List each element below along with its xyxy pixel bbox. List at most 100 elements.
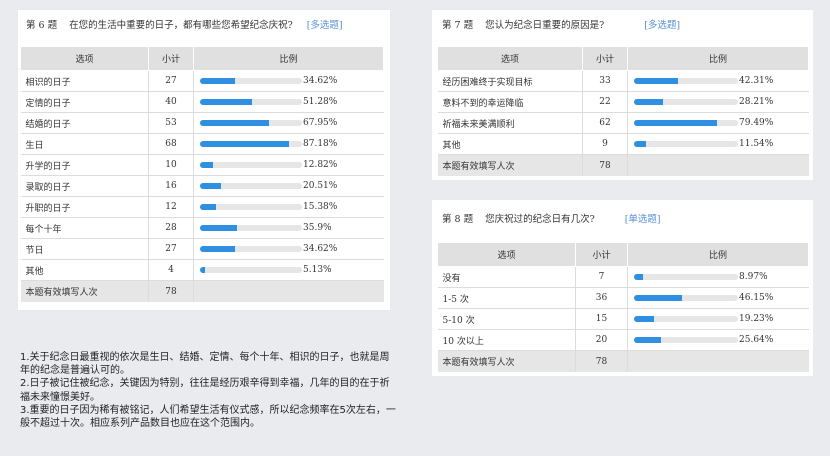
ratio-cell: 25.64% xyxy=(627,329,809,351)
ratio-bar-fill xyxy=(634,140,646,147)
ratio-bar-fill xyxy=(200,266,206,273)
ratio-cell: 28.21% xyxy=(627,91,809,113)
ratio-percent: 11.54% xyxy=(739,138,774,149)
ratio-bar-track xyxy=(200,224,302,231)
q6-number: 第 6 题 xyxy=(26,20,58,31)
option-count: 40 xyxy=(148,91,194,113)
total-empty-cell xyxy=(627,350,809,372)
ratio-percent: 51.28% xyxy=(303,96,338,107)
table-row: 经历困难终于实现目标 33 42.31% xyxy=(437,70,809,92)
ratio-bar-track xyxy=(200,182,302,189)
ratio-percent: 15.38% xyxy=(303,201,338,212)
ratio-cell: 19.23% xyxy=(627,308,809,330)
col-header-ratio: 比例 xyxy=(193,46,384,71)
option-count: 62 xyxy=(582,112,628,134)
table-row: 录取的日子 16 20.51% xyxy=(20,175,384,197)
option-count: 12 xyxy=(148,196,194,218)
ratio-percent: 19.23% xyxy=(739,313,774,324)
total-label: 本题有效填写人次 xyxy=(437,350,576,372)
ratio-bar-track xyxy=(634,336,738,343)
col-header-ratio: 比例 xyxy=(627,46,809,71)
ratio-bar-track xyxy=(634,98,738,105)
ratio-bar-track xyxy=(200,245,302,252)
ratio-bar-fill xyxy=(200,203,216,210)
option-count: 27 xyxy=(148,70,194,92)
ratio-percent: 28.21% xyxy=(739,96,774,107)
option-label: 经历困难终于实现目标 xyxy=(437,70,583,92)
ratio-bar-fill xyxy=(634,77,678,84)
ratio-bar-fill xyxy=(634,294,682,301)
q8-number: 第 8 题 xyxy=(442,214,474,225)
ratio-percent: 46.15% xyxy=(739,292,774,303)
option-label: 其他 xyxy=(437,133,583,155)
note-1: 1.关于纪念日最重视的依次是生日、结婚、定情、每个十年、相识的日子，也就是周年的… xyxy=(20,352,390,377)
option-count: 33 xyxy=(582,70,628,92)
ratio-bar-track xyxy=(634,294,738,301)
summary-notes: 1.关于纪念日最重视的依次是生日、结婚、定情、每个十年、相识的日子，也就是周年的… xyxy=(20,351,396,430)
ratio-bar-fill xyxy=(200,140,289,147)
ratio-bar-track xyxy=(200,203,302,210)
ratio-percent: 12.82% xyxy=(303,159,338,170)
table-row: 每个十年 28 35.9% xyxy=(20,217,384,239)
ratio-percent: 42.31% xyxy=(739,75,774,86)
ratio-bar-fill xyxy=(200,224,237,231)
note-2: 2.日子被记住被纪念，关键因为特别，往往是经历艰辛得到幸福，几年的目的在于祈福未… xyxy=(20,378,390,403)
option-count: 68 xyxy=(148,133,194,155)
note-3: 3.重要的日子因为稀有被铭记，人们希望生活有仪式感，所以纪念频率在5次左右，一般… xyxy=(20,404,396,430)
q7-header: 第 7 题您认为纪念日重要的原因是? [多选题] xyxy=(442,17,680,31)
total-row: 本题有效填写人次 78 xyxy=(437,154,809,176)
ratio-cell: 87.18% xyxy=(193,133,384,155)
ratio-cell: 34.62% xyxy=(193,238,384,260)
col-header-option: 选项 xyxy=(437,46,583,71)
ratio-bar-track xyxy=(200,266,302,273)
table-row: 其他 4 5.13% xyxy=(20,259,384,281)
option-label: 1-5 次 xyxy=(437,287,576,309)
ratio-bar-track xyxy=(634,77,738,84)
total-count: 78 xyxy=(575,350,628,372)
option-count: 28 xyxy=(148,217,194,239)
q8-table: 选项 小计 比例 没有 7 8.97% 1-5 次 36 46.15% 5-10 次 15 19… xyxy=(437,242,809,372)
total-row: 本题有效填写人次 78 xyxy=(437,350,809,372)
ratio-bar-track xyxy=(200,161,302,168)
q6-title: 在您的生活中重要的日子，都有哪些您希望纪念庆祝? xyxy=(69,20,293,31)
option-count: 36 xyxy=(575,287,628,309)
q8-title: 您庆祝过的纪念日有几次? xyxy=(485,214,595,225)
ratio-cell: 12.82% xyxy=(193,154,384,176)
ratio-percent: 5.13% xyxy=(303,264,332,275)
q6-type-link[interactable]: [多选题] xyxy=(307,20,343,31)
total-label: 本题有效填写人次 xyxy=(437,154,583,176)
q7-title: 您认为纪念日重要的原因是? xyxy=(485,20,605,31)
ratio-bar-track xyxy=(200,98,302,105)
option-label: 定情的日子 xyxy=(20,91,149,113)
total-row: 本题有效填写人次 78 xyxy=(20,280,384,302)
q7-type-link[interactable]: [多选题] xyxy=(644,20,680,31)
option-count: 20 xyxy=(575,329,628,351)
option-count: 16 xyxy=(148,175,194,197)
q8-header: 第 8 题您庆祝过的纪念日有几次? [单选题] xyxy=(442,211,661,225)
option-label: 其他 xyxy=(20,259,149,281)
ratio-cell: 51.28% xyxy=(193,91,384,113)
ratio-percent: 34.62% xyxy=(303,243,338,254)
ratio-percent: 8.97% xyxy=(739,271,768,282)
table-row: 5-10 次 15 19.23% xyxy=(437,308,809,330)
q8-type-link[interactable]: [单选题] xyxy=(625,214,661,225)
table-row: 升职的日子 12 15.38% xyxy=(20,196,384,218)
option-count: 15 xyxy=(575,308,628,330)
option-label: 升职的日子 xyxy=(20,196,149,218)
option-count: 22 xyxy=(582,91,628,113)
total-empty-cell xyxy=(627,154,809,176)
ratio-percent: 20.51% xyxy=(303,180,338,191)
table-row: 10 次以上 20 25.64% xyxy=(437,329,809,351)
ratio-bar-fill xyxy=(200,119,270,126)
col-header-ratio: 比例 xyxy=(627,242,809,267)
option-label: 10 次以上 xyxy=(437,329,576,351)
ratio-bar-track xyxy=(634,315,738,322)
option-label: 相识的日子 xyxy=(20,70,149,92)
table-row: 相识的日子 27 34.62% xyxy=(20,70,384,92)
total-label: 本题有效填写人次 xyxy=(20,280,149,302)
ratio-cell: 35.9% xyxy=(193,217,384,239)
col-header-count: 小计 xyxy=(582,46,628,71)
col-header-option: 选项 xyxy=(20,46,149,71)
table-row: 意料不到的幸运降临 22 28.21% xyxy=(437,91,809,113)
option-label: 祈福未来美满顺利 xyxy=(437,112,583,134)
